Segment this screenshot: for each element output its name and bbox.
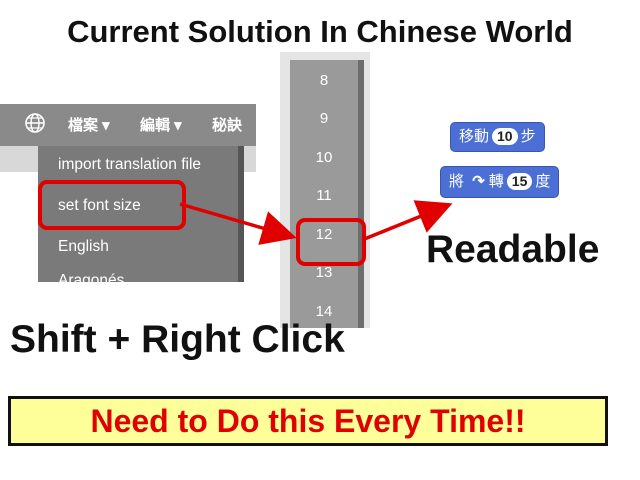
arrow-to-size-list xyxy=(179,202,297,245)
readable-label: Readable xyxy=(426,228,600,271)
shortcut-label: Shift + Right Click xyxy=(10,318,345,361)
warning-box: Need to Do this Every Time!! xyxy=(8,396,608,446)
warning-text: Need to Do this Every Time!! xyxy=(90,403,526,439)
